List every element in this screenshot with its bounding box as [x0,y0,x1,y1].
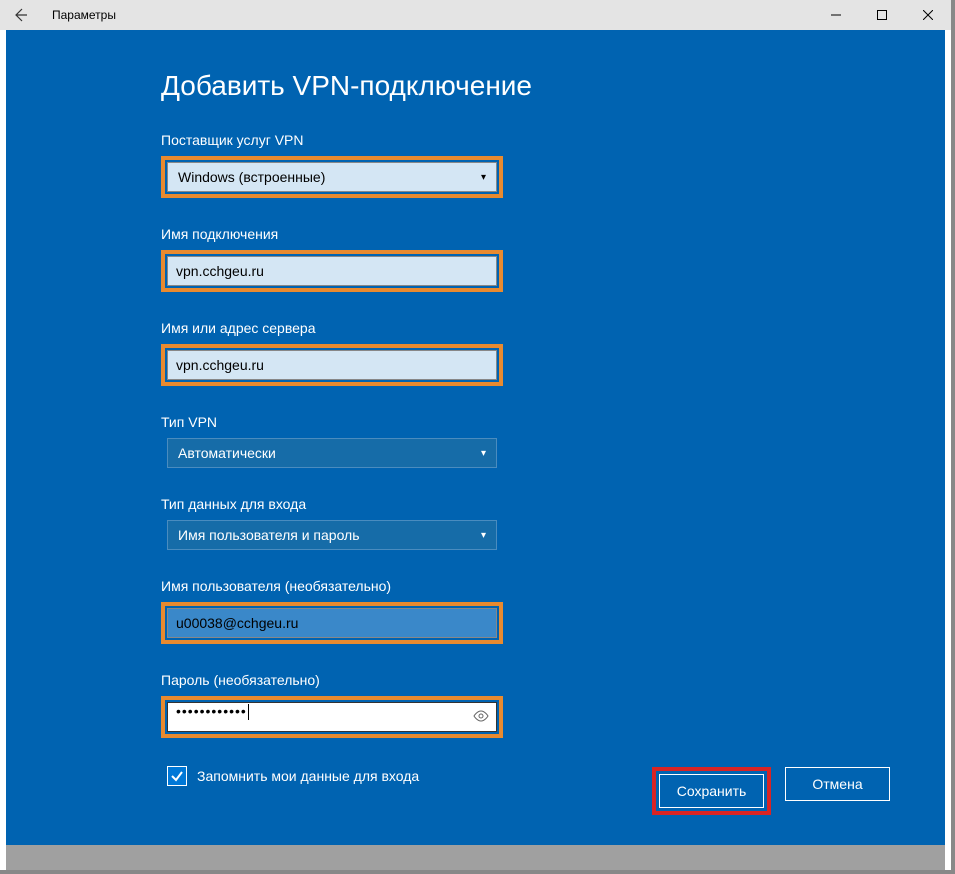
window-title: Параметры [52,8,116,22]
close-icon [923,10,933,20]
cancel-button[interactable]: Отмена [785,767,890,801]
maximize-icon [877,10,887,20]
server-address-input[interactable] [167,350,497,380]
check-icon [170,769,184,783]
dialog-heading: Добавить VPN-подключение [161,70,945,102]
vpn-type-select[interactable]: Автоматически ▾ [167,438,497,468]
remember-checkbox[interactable] [167,766,187,786]
chevron-down-icon: ▾ [481,172,486,183]
password-input[interactable]: •••••••••••• [167,702,497,732]
save-button[interactable]: Сохранить [659,774,764,808]
vpn-type-label: Тип VPN [161,414,945,430]
minimize-icon [831,10,841,20]
titlebar: Параметры [0,0,951,30]
arrow-left-icon [12,7,28,23]
vpn-provider-select[interactable]: Windows (встроенные) ▾ [167,162,497,192]
back-button[interactable] [0,0,40,30]
close-button[interactable] [905,0,951,30]
vpn-add-dialog: Добавить VPN-подключение Поставщик услуг… [6,30,945,845]
signin-type-select[interactable]: Имя пользователя и пароль ▾ [167,520,497,550]
minimize-button[interactable] [813,0,859,30]
remember-label: Запомнить мои данные для входа [197,768,419,784]
chevron-down-icon: ▾ [481,448,486,459]
connection-name-input[interactable] [167,256,497,286]
maximize-button[interactable] [859,0,905,30]
vpn-provider-label: Поставщик услуг VPN [161,132,945,148]
reveal-password-icon[interactable] [473,709,489,725]
username-label: Имя пользователя (необязательно) [161,578,945,594]
bottom-strip [6,845,945,870]
password-label: Пароль (необязательно) [161,672,945,688]
signin-type-label: Тип данных для входа [161,496,945,512]
connection-name-label: Имя подключения [161,226,945,242]
signin-type-value: Имя пользователя и пароль [178,527,360,543]
server-address-label: Имя или адрес сервера [161,320,945,336]
username-input[interactable] [167,608,497,638]
vpn-type-value: Автоматически [178,445,276,461]
vpn-provider-value: Windows (встроенные) [178,169,325,185]
chevron-down-icon: ▾ [481,530,486,541]
